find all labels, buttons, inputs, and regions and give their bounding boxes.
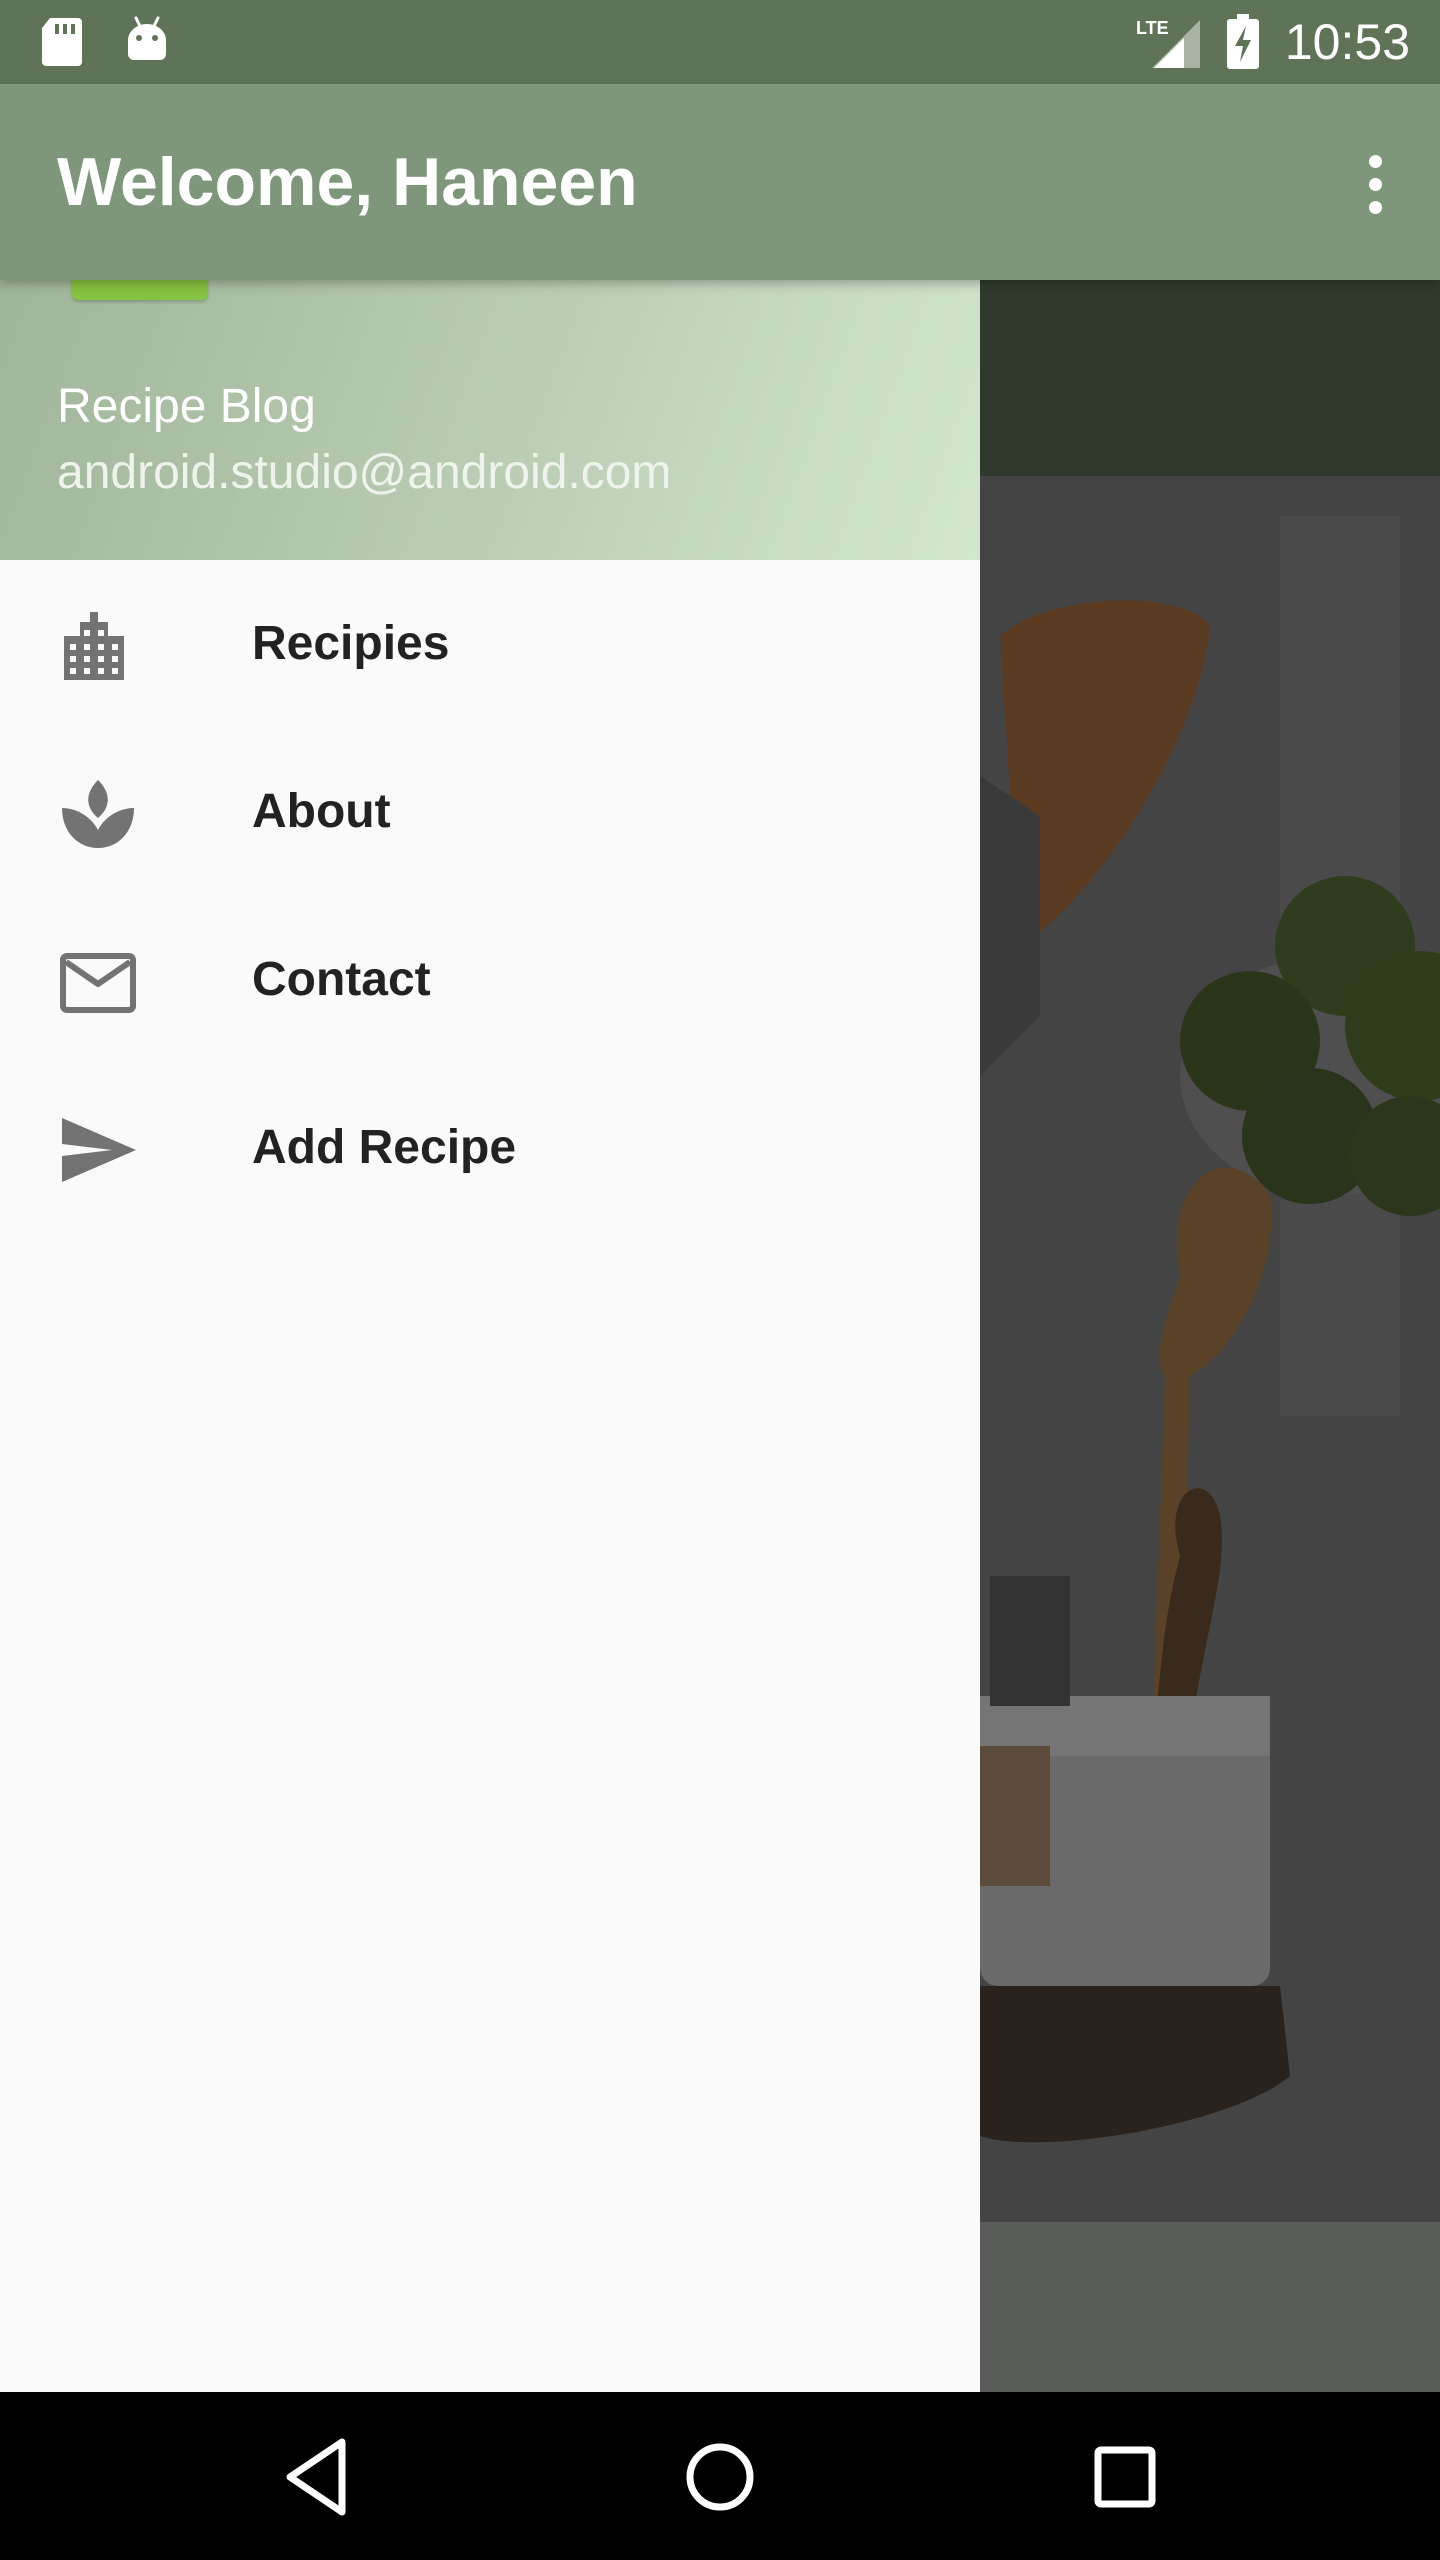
send-icon (62, 1118, 136, 1182)
recents-icon[interactable] (1080, 2432, 1170, 2522)
drawer-item-add-recipe[interactable]: Add Recipe (0, 1064, 980, 1232)
page-title: Welcome, Haneen (57, 144, 638, 220)
status-bar: LTE 10:53 (0, 0, 1440, 84)
navigation-drawer: Recipe Blog android.studio@android.com R… (0, 280, 980, 2392)
drawer-header-email: android.studio@android.com (57, 446, 672, 499)
network-type-label: LTE (1136, 18, 1169, 38)
app-bar: Welcome, Haneen (0, 84, 1440, 280)
drawer-item-label: About (252, 785, 391, 838)
drawer-item-recipies[interactable]: Recipies (0, 560, 980, 728)
main-content-background (980, 280, 1440, 2392)
drawer-item-label: Contact (252, 953, 431, 1006)
back-icon[interactable] (272, 2432, 362, 2522)
drawer-menu: Recipies About Contact Add Recipe (0, 560, 980, 1232)
more-vert-icon[interactable] (1340, 144, 1410, 224)
drawer-header: Recipe Blog android.studio@android.com (0, 280, 980, 560)
overflow-dot (1368, 200, 1382, 214)
spa-icon (62, 780, 134, 848)
content-tab-strip (980, 280, 1440, 476)
overflow-dot (1368, 177, 1382, 191)
building-icon (64, 612, 124, 680)
android-icon (128, 16, 166, 60)
drawer-item-contact[interactable]: Contact (0, 896, 980, 1064)
battery-charging-icon (1227, 14, 1259, 69)
drawer-item-label: Add Recipe (252, 1121, 517, 1174)
sd-card-icon (42, 18, 82, 66)
content-bottom-card (980, 2222, 1440, 2392)
drawer-item-about[interactable]: About (0, 728, 980, 896)
system-nav-bar (0, 2392, 1440, 2560)
mail-icon (60, 953, 136, 1013)
app-logo (72, 280, 208, 300)
drawer-header-name: Recipe Blog (57, 380, 316, 433)
kitchen-photo-illustration (980, 476, 1440, 2222)
lte-signal-icon: LTE (1136, 18, 1200, 68)
clock: 10:53 (1284, 14, 1410, 70)
drawer-item-label: Recipies (252, 617, 450, 670)
overflow-dot (1368, 154, 1382, 168)
home-icon[interactable] (675, 2432, 765, 2522)
kitchen-photo (980, 476, 1440, 2222)
